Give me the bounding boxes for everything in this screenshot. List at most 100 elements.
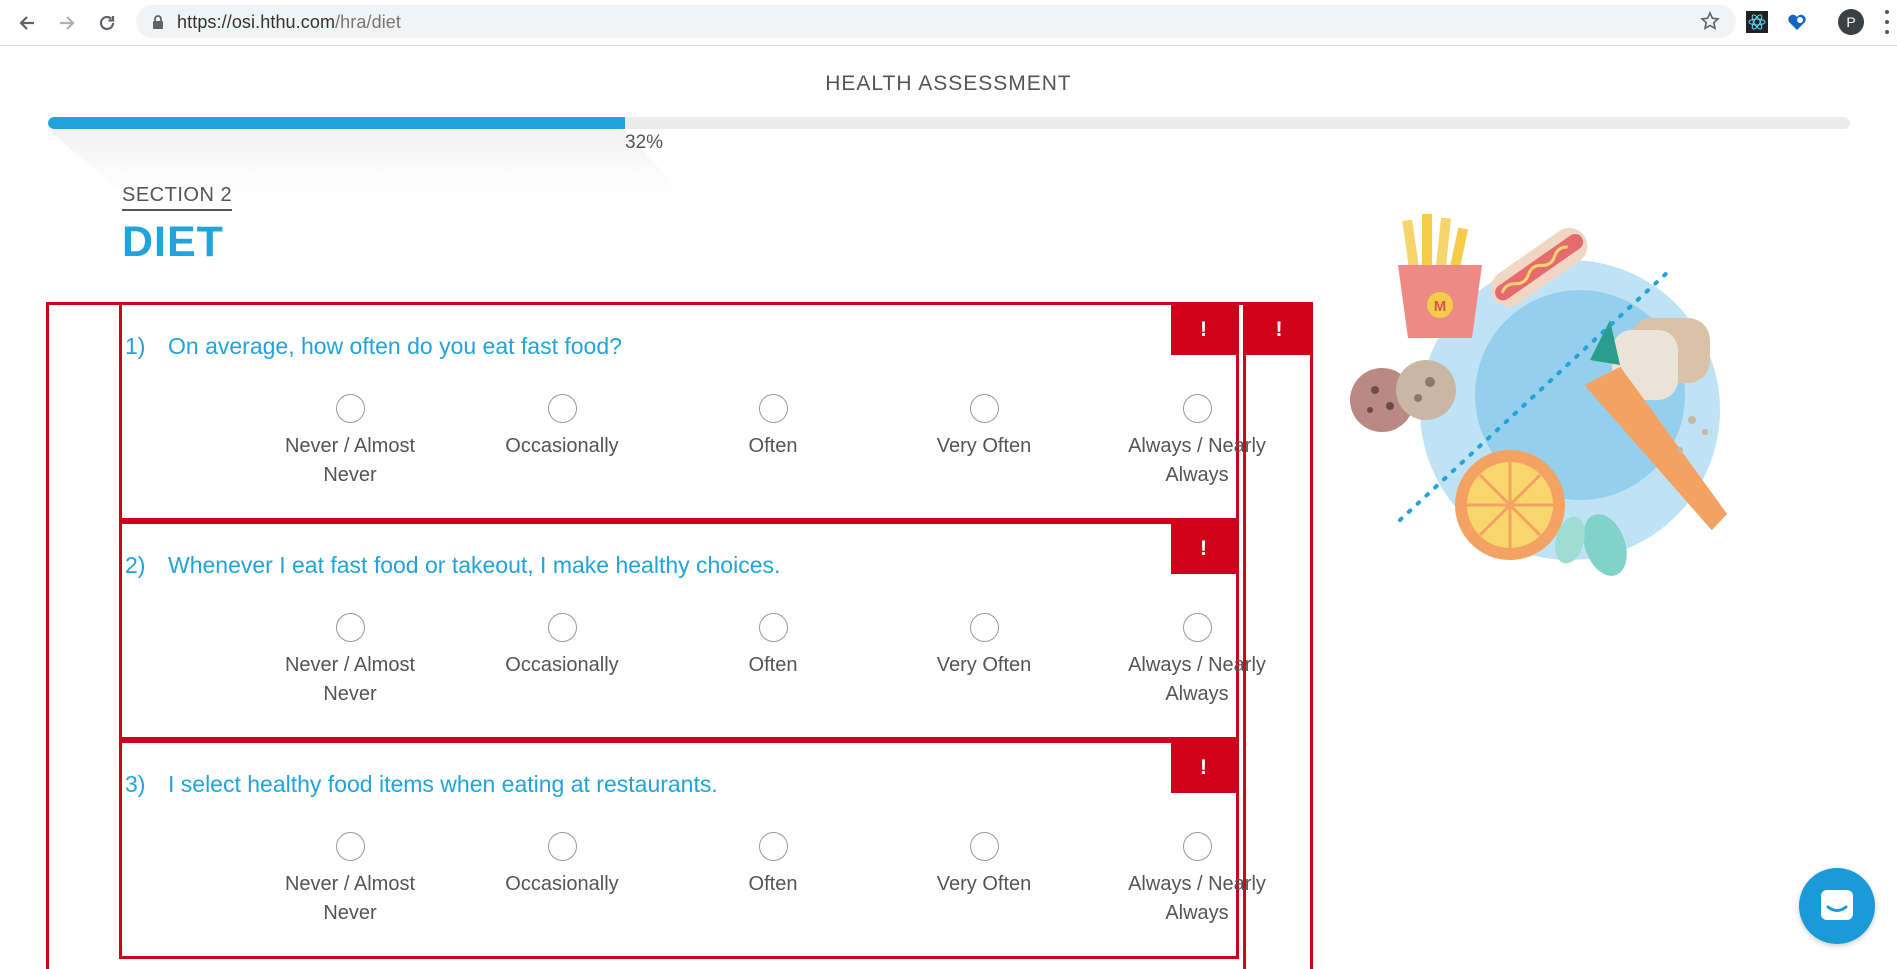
answer-option[interactable]: Always / Nearly Always xyxy=(1102,613,1292,709)
back-arrow-icon xyxy=(19,16,34,30)
url-text: https://osi.hthu.com/hra/diet xyxy=(177,12,401,33)
progress-label: 32% xyxy=(625,132,664,153)
radio-button[interactable] xyxy=(969,832,999,861)
radio-button[interactable] xyxy=(969,613,999,642)
url-path: /hra/diet xyxy=(335,12,402,32)
answer-option-label[interactable]: Often xyxy=(678,870,868,899)
answer-option-text-line2: Always xyxy=(1165,902,1229,924)
answer-option-label[interactable]: Very Often xyxy=(889,651,1079,680)
answer-option-text-line2: Never xyxy=(323,683,377,705)
answer-option-text-line1: Always / Nearly xyxy=(1128,873,1266,895)
answer-option-text-line1: Very Often xyxy=(936,435,1032,457)
answer-option[interactable]: Very Often xyxy=(889,394,1079,461)
answer-option[interactable]: Occasionally xyxy=(467,832,657,899)
forward-button[interactable] xyxy=(52,8,82,38)
radio-button[interactable] xyxy=(547,613,577,642)
browser-toolbar: https://osi.hthu.com/hra/diet P xyxy=(0,0,1897,46)
answer-option-label[interactable]: Never / Almost Never xyxy=(255,651,445,709)
browser-menu-icon[interactable] xyxy=(1883,10,1891,34)
radio-button[interactable] xyxy=(758,832,788,861)
reload-button[interactable] xyxy=(92,8,122,38)
answer-option-label[interactable]: Always / Nearly Always xyxy=(1102,432,1292,490)
food-illustration: M xyxy=(1350,214,1728,576)
page-title: HEALTH ASSESSMENT xyxy=(825,72,1072,95)
answer-option-text-line1: Always / Nearly xyxy=(1128,435,1266,457)
answer-option[interactable]: Often xyxy=(678,832,868,899)
forward-arrow-icon xyxy=(60,16,75,30)
answer-option-label[interactable]: Always / Nearly Always xyxy=(1102,651,1292,709)
radio-button[interactable] xyxy=(335,613,365,642)
answer-option[interactable]: Always / Nearly Always xyxy=(1102,394,1292,490)
extension-heart-icon[interactable] xyxy=(1784,9,1810,35)
bookmark-star-icon[interactable] xyxy=(1700,11,1720,31)
question-text: 2) Whenever I eat fast food or takeout, I… xyxy=(125,552,780,579)
question-label: Whenever I eat fast food or takeout, I m… xyxy=(168,552,781,578)
fries-icon: M xyxy=(1398,214,1482,338)
answer-option-text-line1: Occasionally xyxy=(505,873,619,895)
radio-button[interactable] xyxy=(1182,394,1212,423)
back-button[interactable] xyxy=(12,8,42,38)
reload-icon xyxy=(99,15,115,31)
chat-icon xyxy=(1821,890,1853,920)
answer-option-text-line1: Occasionally xyxy=(505,435,619,457)
radio-button[interactable] xyxy=(335,832,365,861)
answer-option-text-line1: Always / Nearly xyxy=(1128,654,1266,676)
answer-option[interactable]: Very Often xyxy=(889,832,1079,899)
answer-option[interactable]: Always / Nearly Always xyxy=(1102,832,1292,928)
question-card: ! 3) I select healthy food items when eati… xyxy=(119,740,1266,959)
answer-option-label[interactable]: Never / Almost Never xyxy=(255,870,445,928)
answer-options: Never / Almost Never Occasionally Often Very… xyxy=(122,613,1266,733)
radio-button[interactable] xyxy=(758,613,788,642)
url-host: https://osi.hthu.com xyxy=(177,12,336,32)
svg-text:M: M xyxy=(1434,298,1447,315)
question-text: 1) On average, how often do you eat fast … xyxy=(125,333,622,360)
question-text: 3) I select healthy food items when eatin… xyxy=(125,771,718,798)
answer-option-text-line2: Never xyxy=(323,464,377,486)
answer-option-label[interactable]: Occasionally xyxy=(467,651,657,680)
answer-option[interactable]: Often xyxy=(678,394,868,461)
answer-option[interactable]: Never / Almost Never xyxy=(255,832,445,928)
radio-button[interactable] xyxy=(547,832,577,861)
answer-option[interactable]: Very Often xyxy=(889,613,1079,680)
answer-option[interactable]: Occasionally xyxy=(467,613,657,680)
radio-button[interactable] xyxy=(758,394,788,423)
answer-option-label[interactable]: Always / Nearly Always xyxy=(1102,870,1292,928)
question-number: 1) xyxy=(125,333,146,359)
answer-option-label[interactable]: Often xyxy=(678,651,868,680)
answer-option-text-line1: Never / Almost xyxy=(284,435,416,457)
address-bar[interactable]: https://osi.hthu.com/hra/diet xyxy=(136,5,1736,38)
radio-button[interactable] xyxy=(547,394,577,423)
radio-button[interactable] xyxy=(969,394,999,423)
chat-launcher-button[interactable] xyxy=(1799,868,1875,944)
answer-option-label[interactable]: Occasionally xyxy=(467,432,657,461)
radio-button[interactable] xyxy=(1182,613,1212,642)
answer-option[interactable]: Never / Almost Never xyxy=(255,394,445,490)
answer-option-text-line2: Always xyxy=(1165,683,1229,705)
question-number: 3) xyxy=(125,771,146,797)
question-card: ! 2) Whenever I eat fast food or takeout, … xyxy=(119,521,1266,740)
answer-option-text-line1: Often xyxy=(748,654,798,676)
radio-button[interactable] xyxy=(1182,832,1212,861)
section-title: DIET xyxy=(122,218,224,266)
question-number: 2) xyxy=(125,552,146,578)
profile-avatar[interactable]: P xyxy=(1838,9,1864,35)
answer-option-label[interactable]: Very Often xyxy=(889,870,1079,899)
answer-option[interactable]: Occasionally xyxy=(467,394,657,461)
answer-option[interactable]: Never / Almost Never xyxy=(255,613,445,709)
lock-icon xyxy=(153,15,163,29)
answer-option-text-line1: Often xyxy=(748,873,798,895)
answer-option-text-line1: Occasionally xyxy=(505,654,619,676)
question-error-flag: ! xyxy=(1171,524,1236,574)
answer-option-label[interactable]: Often xyxy=(678,432,868,461)
answer-options: Never / Almost Never Occasionally Often Very… xyxy=(122,394,1266,514)
answer-option-label[interactable]: Occasionally xyxy=(467,870,657,899)
question-error-flag: ! xyxy=(1171,305,1236,355)
answer-option-text-line1: Very Often xyxy=(936,873,1032,895)
answer-option-label[interactable]: Very Often xyxy=(889,432,1079,461)
radio-button[interactable] xyxy=(335,394,365,423)
answer-option[interactable]: Often xyxy=(678,613,868,680)
question-label: On average, how often do you eat fast fo… xyxy=(168,333,622,359)
answer-option-text-line1: Often xyxy=(748,435,798,457)
answer-option-label[interactable]: Never / Almost Never xyxy=(255,432,445,490)
extension-react-icon[interactable] xyxy=(1744,9,1770,35)
